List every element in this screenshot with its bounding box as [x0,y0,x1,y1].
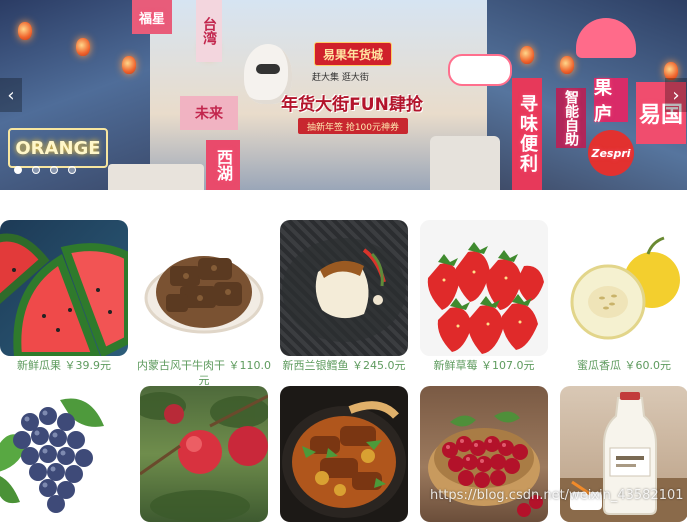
product-image-apples[interactable] [140,386,268,522]
lantern-icon [560,56,574,74]
lantern-icon [76,38,90,56]
carousel-next-button[interactable]: › [665,78,687,112]
product-label[interactable]: 内蒙古风干牛肉干 ￥110.0元 [134,358,274,388]
sign-top-pink: 福星 [132,0,172,34]
promo-title: 年货大街FUN肆抢 [281,95,423,115]
product-image-braised-ribs[interactable] [280,386,408,522]
sign-xi: 西湖 [206,140,240,190]
sign-weilai: 未来 [180,96,238,130]
sign-orange: ORANGE [8,128,108,168]
product-image-watermelon[interactable] [0,220,128,356]
lantern-icon [18,22,32,40]
carousel-dot[interactable] [68,166,76,174]
product-label[interactable]: 新鲜瓜果 ￥39.9元 [0,358,134,373]
product-label[interactable]: 新鲜草莓 ￥107.0元 [414,358,554,373]
promo-coupon: 抽新年签 抢100元神券 [298,118,408,134]
banner-vehicle [108,164,204,190]
promo-brand: 易果年货城 [314,42,392,66]
sign-zespri: Zespri [588,130,634,176]
watermark-url: https://blog.csdn.net/weixin_43582101 [430,488,684,503]
product-image-cod-fish[interactable] [280,220,408,356]
product-image-hami-melon[interactable] [560,220,687,356]
product-image-strawberry[interactable] [420,220,548,356]
promo-subtitle: 赶大集 逛大街 [312,73,369,83]
product-image-grapes[interactable] [0,386,128,522]
promo-text-block: 易果年货城 赶大集 逛大街 年货大街FUN肆抢 抽新年签 抢100元神券 [262,38,442,138]
carousel-dot[interactable] [32,166,40,174]
product-label[interactable]: 蜜瓜香瓜 ￥60.0元 [554,358,687,373]
carousel-prev-button[interactable]: ‹ [0,78,22,112]
banner-vehicle-right [430,136,500,190]
carousel-dot[interactable] [14,166,22,174]
lantern-icon [520,46,534,64]
lantern-icon [122,56,136,74]
product-label[interactable]: 新西兰银鳕鱼 ￥245.0元 [274,358,414,373]
carousel-dot[interactable] [50,166,58,174]
promo-carousel[interactable]: 福星 台湾 未来 西湖 ORANGE 易果年货城 赶大集 逛大街 年货大街FUN… [0,0,687,190]
carousel-indicators [14,166,76,174]
sign-xunwei: 寻味便利 [512,78,542,190]
sign-zhineng: 智能自助 [556,88,586,148]
sign-guolu: 果庐 [594,78,628,125]
product-image-beef-jerky[interactable] [140,220,268,356]
sign-top-left: 台湾 [196,0,222,62]
mascot-cloud [448,54,512,86]
